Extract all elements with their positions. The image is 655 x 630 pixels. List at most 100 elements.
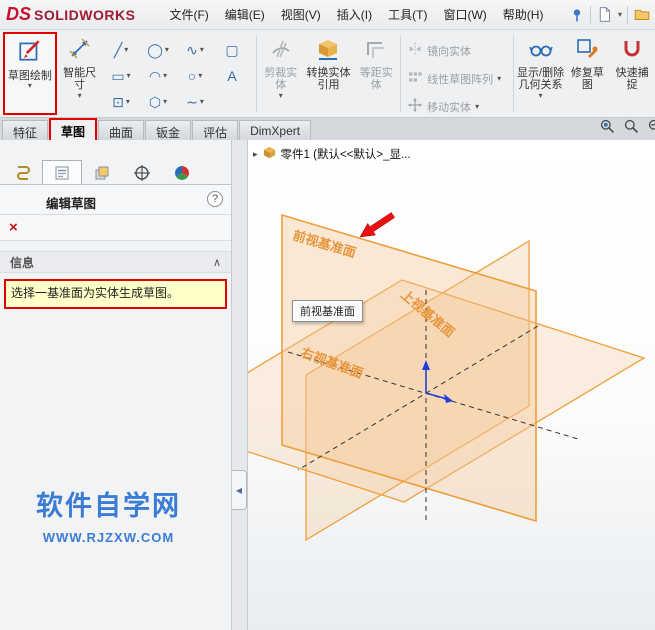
linear-sketch-pattern-button[interactable]: 线性草图阵列 ▾: [407, 69, 511, 88]
caret-down-icon: ▾: [126, 71, 131, 80]
smart-dimension-icon: [68, 37, 92, 65]
quick-snaps-label: 快速捕捉: [615, 66, 649, 92]
solidworks-logo: DS SOLIDWORKS: [6, 4, 135, 25]
tab-evaluate[interactable]: 评估: [192, 120, 239, 140]
dimxpert-manager-tab[interactable]: [122, 160, 162, 184]
polygon-tool-button[interactable]: ⬡ ▾: [140, 89, 177, 115]
chevron-up-icon[interactable]: ∧: [213, 256, 221, 269]
plane-tooltip: 前视基准面: [292, 300, 363, 322]
caret-down-icon[interactable]: ▾: [28, 82, 32, 90]
line-tool-button[interactable]: ╱ ▾: [103, 37, 140, 63]
pin-icon[interactable]: [569, 7, 585, 23]
sketch-picture-tool-button[interactable]: ▢: [214, 37, 251, 63]
ellipse-tool-button[interactable]: ○ ▾: [177, 63, 214, 89]
circle-tool-button[interactable]: ◯ ▾: [140, 37, 177, 63]
relations-glasses-icon: [528, 37, 553, 65]
circle-icon: ◯: [147, 41, 163, 58]
move-entities-button[interactable]: 移动实体 ▾: [407, 97, 511, 116]
property-manager-header: 编辑草图 ?: [0, 185, 231, 215]
panel-divider[interactable]: ◀: [232, 140, 248, 630]
magnifier-icon[interactable]: [623, 118, 640, 140]
smart-dimension-label: 智能尺寸: [63, 66, 97, 92]
sketch-entity-tool-grid: ╱ ▾ ◯ ▾ ∿ ▾ ▢ ▭ ▾ ◠ ▾ ○ ▾ A ⊡ ▾ ⬡ ▾ ∼ ▾: [103, 32, 254, 115]
convert-entities-button[interactable]: 转换实体引用: [303, 32, 355, 115]
repair-sketch-label: 修复草图: [570, 66, 604, 92]
feature-tree-root[interactable]: ▸ 零件1 (默认<<默认>_显...: [253, 145, 411, 163]
menu-edit[interactable]: 编辑(E): [225, 6, 265, 23]
message-section-header[interactable]: 信息 ∧: [0, 251, 231, 273]
ellipse-icon: ○: [187, 68, 197, 84]
property-manager-tab[interactable]: [42, 160, 82, 184]
caret-down-icon: ▾: [125, 97, 130, 106]
ribbon-separator: [512, 35, 514, 112]
solidworks-window: DS SOLIDWORKS 文件(F) 编辑(E) 视图(V) 插入(I) 工具…: [0, 0, 655, 630]
caret-down-icon: ▾: [278, 90, 283, 100]
ribbon-separator: [400, 35, 402, 112]
menu-tools[interactable]: 工具(T): [388, 6, 427, 23]
graphics-viewport[interactable]: ▸ 零件1 (默认<<默认>_显... 前视基准面 前视基准面 上视基准面 右视…: [248, 140, 655, 630]
configuration-manager-tab[interactable]: [82, 160, 122, 184]
caret-down-icon: ▾: [199, 45, 204, 54]
flyout-caret-icon[interactable]: ▸: [253, 149, 258, 160]
text-tool-button[interactable]: A: [214, 63, 251, 89]
point-tool-button[interactable]: ⊡ ▾: [103, 89, 140, 115]
tab-features[interactable]: 特征: [2, 120, 49, 140]
menu-insert[interactable]: 插入(I): [337, 6, 372, 23]
tab-surfaces[interactable]: 曲面: [98, 120, 145, 140]
instruction-message: 选择一基准面为实体生成草图。: [4, 279, 227, 309]
sketch-button[interactable]: 草图绘制 ▾: [3, 32, 57, 115]
tab-sheet-metal[interactable]: 钣金: [145, 120, 192, 140]
caret-down-icon: ▾: [164, 45, 169, 54]
feature-manager-tab[interactable]: [2, 160, 42, 184]
rectangle-icon: ▭: [111, 67, 125, 84]
curve-tool-button[interactable]: ∼ ▾: [177, 89, 214, 115]
help-icon[interactable]: ?: [207, 191, 223, 207]
spline-tool-button[interactable]: ∿ ▾: [177, 37, 214, 63]
sketch-ribbon: 草图绘制 ▾ 智能尺寸 ▾ ╱ ▾ ◯ ▾ ∿ ▾ ▢ ▭ ▾ ◠ ▾ ○ ▾ A ⊡ ▾ ⬡…: [0, 30, 655, 118]
mirror-entities-button[interactable]: 镜向实体: [407, 41, 511, 60]
offset-entities-button[interactable]: 等距实体: [354, 32, 398, 115]
display-delete-relations-button[interactable]: 显示/删除几何关系 ▾: [516, 32, 566, 115]
menu-help[interactable]: 帮助(H): [503, 6, 544, 23]
tab-sketch[interactable]: 草图: [49, 118, 98, 140]
caret-down-icon[interactable]: ▾: [78, 91, 82, 100]
caret-down-icon: ▾: [475, 101, 480, 111]
cancel-button[interactable]: ×: [9, 220, 18, 235]
feature-manager-icon: [17, 165, 30, 180]
smart-dimension-button[interactable]: 智能尺寸 ▾: [57, 32, 103, 115]
quick-snaps-button[interactable]: 快速捕捉: [609, 32, 655, 115]
sketch-picture-icon: ▢: [225, 41, 239, 58]
color-wheel-icon: [175, 165, 189, 180]
panel-spacer: [0, 241, 231, 251]
menu-bar: 文件(F) 编辑(E) 视图(V) 插入(I) 工具(T) 窗口(W) 帮助(H…: [169, 6, 543, 23]
new-document-icon[interactable]: [596, 6, 613, 23]
rectangle-tool-button[interactable]: ▭ ▾: [103, 63, 140, 89]
spline-icon: ∿: [186, 41, 198, 58]
convert-entities-label: 转换实体引用: [306, 66, 351, 92]
menu-file[interactable]: 文件(F): [169, 6, 208, 23]
caret-down-icon[interactable]: ▾: [618, 10, 622, 19]
caret-down-icon: ▾: [538, 90, 543, 100]
titlebar-quick-icons: ▾: [569, 5, 651, 24]
move-entities-icon: [407, 97, 423, 116]
menu-window[interactable]: 窗口(W): [443, 6, 486, 23]
arc-tool-button[interactable]: ◠ ▾: [140, 63, 177, 89]
caret-down-icon: ▾: [163, 97, 168, 106]
trim-entities-button[interactable]: 剪裁实体 ▾: [259, 32, 303, 115]
tab-dimxpert[interactable]: DimXpert: [239, 120, 312, 140]
cursor-arrow: [359, 212, 396, 238]
model-scene: 前视基准面 上视基准面 右视基准面: [248, 212, 646, 542]
zoom-area-icon[interactable]: [647, 118, 655, 140]
display-manager-tab[interactable]: [162, 160, 202, 184]
menu-view[interactable]: 视图(V): [281, 6, 321, 23]
part-icon: [262, 145, 277, 163]
collapse-left-icon: ◀: [235, 485, 243, 495]
repair-sketch-button[interactable]: 修复草图: [565, 32, 609, 115]
text-icon: A: [227, 68, 237, 84]
line-icon: ╱: [113, 41, 123, 58]
move-entities-label: 移动实体: [427, 101, 472, 114]
panel-collapse-handle[interactable]: ◀: [232, 470, 247, 510]
search-icon[interactable]: [599, 118, 616, 140]
open-document-icon[interactable]: [633, 6, 651, 23]
quick-snaps-icon: [620, 37, 644, 65]
